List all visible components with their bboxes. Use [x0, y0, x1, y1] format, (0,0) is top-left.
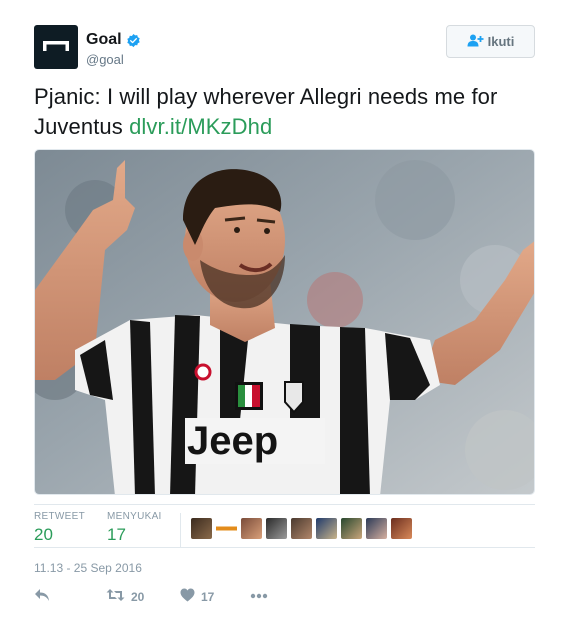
retweet-icon: [106, 588, 125, 605]
tweet-timestamp[interactable]: 11.13 - 25 Sep 2016: [34, 561, 142, 575]
heart-icon: [180, 588, 195, 605]
liker-avatar[interactable]: [241, 518, 262, 539]
liker-avatar[interactable]: [341, 518, 362, 539]
liker-avatar[interactable]: [291, 518, 312, 539]
liker-avatar[interactable]: [316, 518, 337, 539]
more-button[interactable]: [250, 588, 268, 602]
like-stat-label: MENYUKAI: [107, 511, 162, 522]
shirt-sponsor-text: Jeep: [187, 419, 278, 463]
retweet-stat[interactable]: RETWEET 20: [34, 511, 85, 545]
like-action-count: 17: [201, 589, 215, 604]
liker-avatars: [191, 518, 416, 539]
tweet-link[interactable]: dlvr.it/MKzDhd: [129, 114, 272, 139]
more-icon: [250, 588, 268, 602]
account-handle[interactable]: @goal: [86, 52, 141, 67]
account-header: Goal @goal: [86, 30, 141, 67]
retweet-stat-count: 20: [34, 525, 53, 544]
tweet-stats: RETWEET 20 MENYUKAI 17: [34, 504, 535, 548]
liker-avatar[interactable]: [366, 518, 387, 539]
reply-button[interactable]: [34, 588, 50, 605]
retweet-action-count: 20: [131, 589, 145, 604]
verified-badge-icon: [126, 33, 141, 48]
add-user-icon: [467, 34, 488, 50]
goal-logo-icon[interactable]: [34, 25, 78, 69]
display-name[interactable]: Goal: [86, 31, 122, 49]
follow-button[interactable]: Ikuti: [446, 25, 535, 58]
retweet-stat-label: RETWEET: [34, 511, 85, 522]
follow-button-label: Ikuti: [487, 34, 515, 49]
reply-icon: [34, 588, 50, 605]
like-button[interactable]: 17: [180, 588, 214, 605]
liker-avatar[interactable]: [266, 518, 287, 539]
like-stat-count: 17: [107, 525, 126, 544]
liker-avatar[interactable]: [391, 518, 412, 539]
like-stat[interactable]: MENYUKAI 17: [107, 511, 162, 545]
tweet-text: Pjanic: I will play wherever Allegri nee…: [34, 82, 539, 142]
liker-avatar[interactable]: [216, 518, 237, 539]
tweet-photo[interactable]: Jeep: [34, 149, 535, 495]
stats-divider: [180, 513, 181, 547]
retweet-button[interactable]: 20: [106, 588, 144, 605]
liker-avatar[interactable]: [191, 518, 212, 539]
